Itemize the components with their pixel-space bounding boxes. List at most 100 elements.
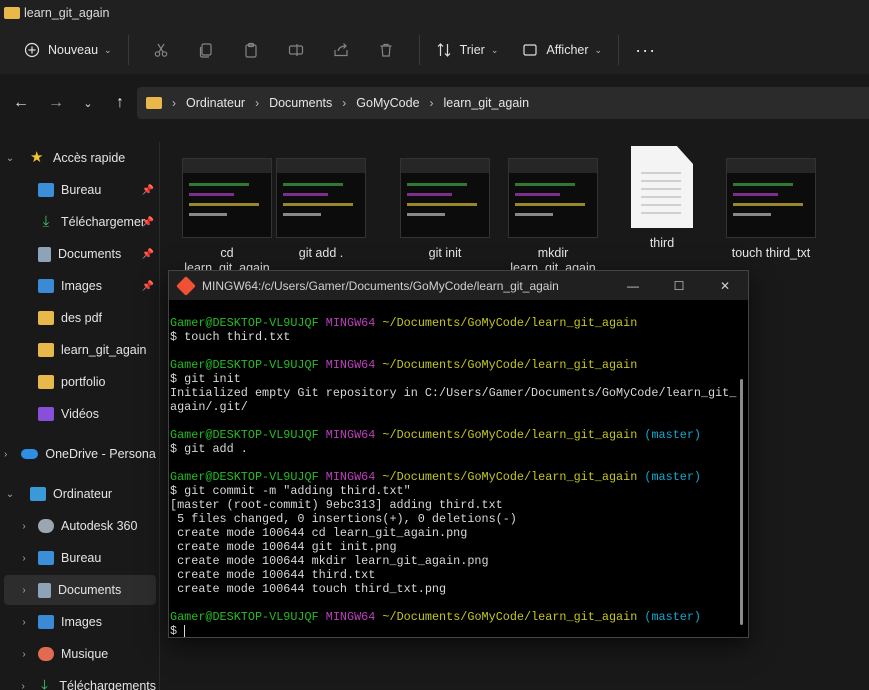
window-title: learn_git_again: [24, 6, 110, 20]
chevron-right-icon: ›: [255, 96, 260, 110]
image-thumbnail: [182, 158, 272, 238]
chevron-right-icon: ›: [429, 96, 434, 110]
terminal-window[interactable]: MINGW64:/c/Users/Gamer/Documents/GoMyCod…: [168, 270, 749, 638]
chevron-right-icon: ›: [21, 680, 25, 690]
sidebar-item-portfolio[interactable]: portfolio: [4, 367, 156, 397]
toolbar-divider: [127, 35, 129, 65]
file-item[interactable]: touch third_txt: [716, 158, 826, 261]
text-cursor: [184, 624, 186, 637]
sidebar-item-label: Images: [61, 615, 102, 629]
explorer-titlebar: learn_git_again: [0, 0, 869, 26]
back-button[interactable]: ←: [5, 88, 37, 118]
sidebar-item-label: des pdf: [61, 311, 103, 325]
sidebar-item-bureau[interactable]: Bureau 📌: [4, 175, 156, 205]
share-button[interactable]: [319, 34, 364, 66]
folder-icon: [38, 343, 54, 357]
up-button[interactable]: ↑: [104, 88, 136, 118]
chevron-right-icon: ›: [172, 96, 176, 110]
breadcrumb-documents[interactable]: Documents: [269, 96, 332, 110]
new-button[interactable]: Nouveau ⌄: [18, 34, 118, 66]
terminal-output[interactable]: Gamer@DESKTOP-VL9UJQF MINGW64 ~/Document…: [170, 316, 736, 638]
recent-locations-button[interactable]: ⌄: [72, 88, 104, 118]
sidebar-item-label: Téléchargements: [59, 679, 156, 690]
sidebar-item-documents[interactable]: Documents 📌: [4, 239, 156, 269]
breadcrumb-gomycode[interactable]: GoMyCode: [356, 96, 419, 110]
computer-icon: [30, 487, 46, 501]
chevron-down-icon: ⌄: [5, 488, 15, 500]
sidebar-item-musique[interactable]: › Musique: [4, 639, 156, 669]
view-button[interactable]: Afficher ⌄: [516, 34, 608, 66]
sidebar-item-autodesk-360[interactable]: › Autodesk 360: [4, 511, 156, 541]
file-item[interactable]: mkdir learn_git_again: [498, 158, 608, 276]
music-icon: [38, 647, 54, 661]
image-thumbnail: [726, 158, 816, 238]
chevron-right-icon: ›: [22, 552, 26, 564]
pictures-icon: [38, 279, 54, 293]
cloud-icon: [21, 449, 39, 459]
new-button-label: Nouveau: [48, 43, 99, 57]
file-item[interactable]: git add .: [266, 158, 376, 261]
copy-button[interactable]: [184, 34, 229, 66]
more-options-button[interactable]: ···: [629, 34, 662, 66]
delete-button[interactable]: [364, 34, 409, 66]
sidebar-item-telechargements[interactable]: ⤓ Téléchargements 📌: [4, 207, 156, 237]
arrow-left-icon: ←: [13, 94, 29, 111]
navigation-pane: ⌄ ★ Accès rapide Bureau 📌 ⤓ Téléchargeme…: [0, 142, 160, 690]
download-icon: ⤓: [42, 213, 50, 230]
rename-button[interactable]: [274, 34, 319, 66]
maximize-button[interactable]: ☐: [656, 271, 702, 300]
breadcrumb-ordinateur[interactable]: Ordinateur: [186, 96, 245, 110]
scissors-icon: [154, 43, 168, 57]
sidebar-item-label: OneDrive - Personal: [45, 447, 156, 461]
clipboard-icon: [245, 42, 257, 58]
sidebar-item-computer-images[interactable]: › Images: [4, 607, 156, 637]
folder-icon: [4, 7, 20, 19]
trash-icon: [380, 43, 392, 57]
terminal-scrollbar[interactable]: [740, 379, 743, 625]
paste-button[interactable]: [229, 34, 274, 66]
file-item[interactable]: third: [607, 146, 717, 251]
sidebar-item-label: Autodesk 360: [61, 519, 138, 533]
sidebar-item-ordinateur[interactable]: ⌄ Ordinateur: [4, 479, 156, 509]
pin-icon[interactable]: 📌: [142, 185, 154, 196]
sidebar-item-label: Documents: [58, 247, 122, 261]
terminal-titlebar[interactable]: MINGW64:/c/Users/Gamer/Documents/GoMyCod…: [169, 271, 748, 300]
minimize-button[interactable]: —: [610, 271, 656, 300]
sidebar-item-des-pdf[interactable]: des pdf: [4, 303, 156, 333]
breadcrumb-learn-git-again[interactable]: learn_git_again: [444, 96, 530, 110]
address-bar[interactable]: › Ordinateur › Documents › GoMyCode › le…: [137, 87, 869, 119]
sidebar-item-label: Bureau: [61, 183, 102, 197]
pin-icon[interactable]: 📌: [142, 281, 154, 292]
toolbar-divider: [618, 35, 620, 65]
share-icon: [334, 43, 348, 57]
sidebar-item-learn-git-again[interactable]: learn_git_again: [4, 335, 156, 365]
folder-icon: [38, 375, 54, 389]
sidebar-item-label: Téléchargements: [61, 215, 145, 229]
sidebar-item-label: Documents: [58, 583, 122, 597]
file-name: git add .: [298, 246, 344, 260]
sidebar-item-images[interactable]: Images 📌: [4, 271, 156, 301]
sidebar-item-label: Musique: [61, 647, 109, 661]
file-name: third: [649, 236, 675, 250]
pin-icon[interactable]: 📌: [142, 217, 154, 228]
file-item[interactable]: git init: [390, 158, 500, 261]
sort-button[interactable]: Trier ⌄: [430, 34, 505, 66]
pin-icon[interactable]: 📌: [142, 249, 154, 260]
chevron-right-icon: ›: [22, 616, 26, 628]
sort-button-label: Trier: [459, 43, 485, 57]
sidebar-item-onedrive[interactable]: › OneDrive - Personal: [4, 439, 156, 469]
close-button[interactable]: ✕: [702, 271, 748, 300]
forward-button[interactable]: →: [40, 88, 72, 118]
view-icon: [523, 44, 537, 56]
star-icon: ★: [30, 149, 44, 166]
sidebar-item-label: Accès rapide: [53, 151, 126, 165]
sidebar-item-label: Bureau: [61, 551, 102, 565]
sidebar-item-computer-telechargements[interactable]: › ⤓ Téléchargements: [4, 671, 156, 690]
sidebar-item-videos[interactable]: Vidéos: [4, 399, 156, 429]
cut-button[interactable]: [139, 34, 184, 66]
sidebar-item-quick-access[interactable]: ⌄ ★ Accès rapide: [4, 143, 156, 173]
chevron-right-icon: ›: [22, 648, 26, 660]
sidebar-item-computer-bureau[interactable]: › Bureau: [4, 543, 156, 573]
command-bar: Nouveau ⌄ Trier ⌄ Afficher ⌄ ···: [0, 26, 869, 74]
sidebar-item-computer-documents[interactable]: › Documents: [4, 575, 156, 605]
